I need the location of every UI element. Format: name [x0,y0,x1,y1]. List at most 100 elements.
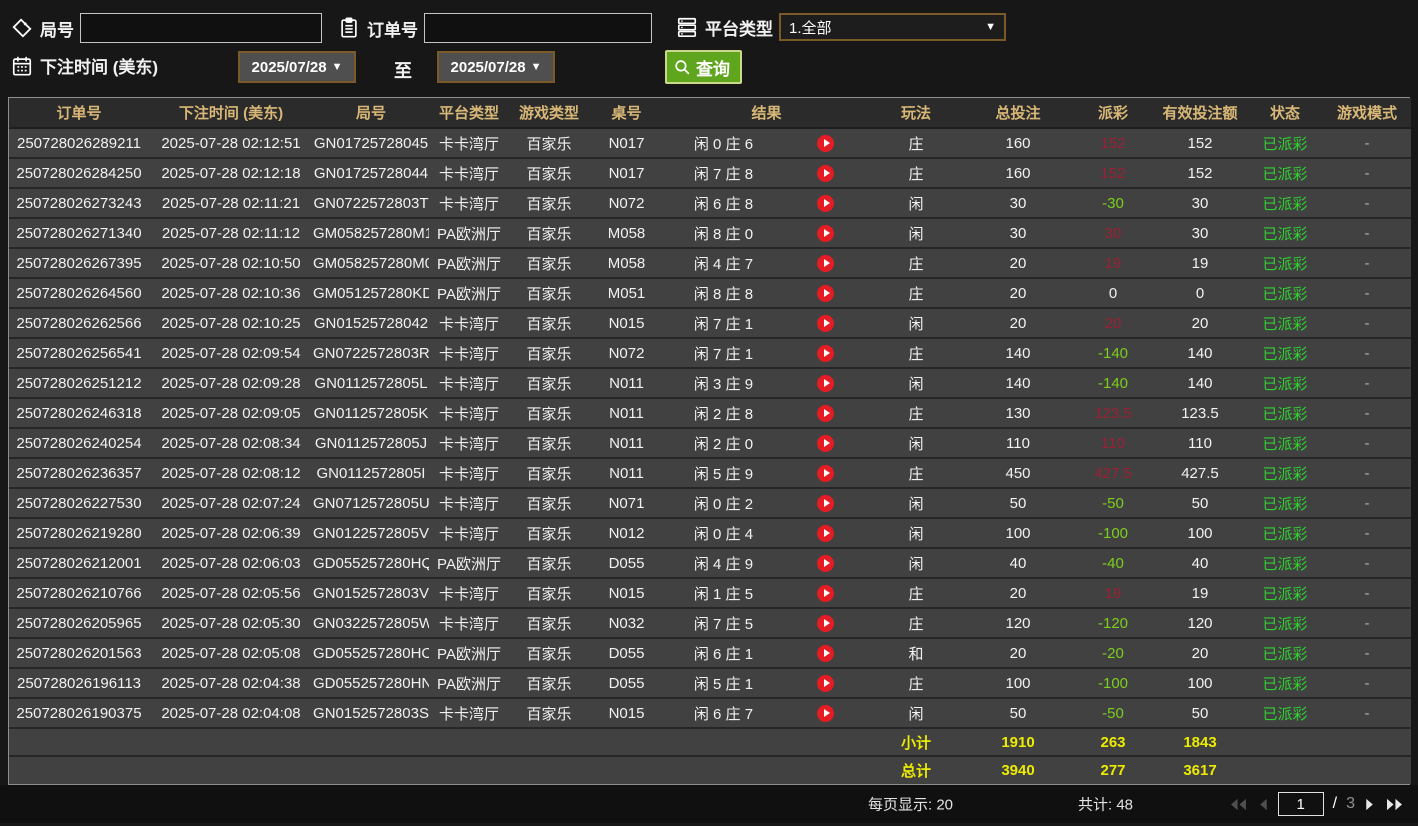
video-play-icon[interactable] [817,554,835,572]
cell-result: 闲 1 庄 5 [664,578,869,609]
grand-total-row-empty-cell [429,756,509,784]
cell-platform: 卡卡湾厅 [429,458,509,489]
cell-table_no: D055 [589,548,664,579]
cell-status: 已派彩 [1247,248,1323,279]
cell-status: 已派彩 [1247,668,1323,699]
calendar-icon [10,54,34,78]
cell-valid_bet: 120 [1153,608,1247,639]
cell-game_type: 百家乐 [509,128,589,159]
cell-payout: -120 [1073,608,1153,639]
video-play-icon[interactable] [817,434,835,452]
cell-bet_time: 2025-07-28 02:11:21 [149,188,313,219]
order-no-input[interactable] [424,13,652,43]
video-play-icon[interactable] [817,704,835,722]
total-pages-label: 3 [1346,795,1355,812]
cell-valid_bet: 110 [1153,428,1247,459]
cell-payout: -100 [1073,668,1153,699]
cell-play: 庄 [869,278,963,309]
cell-order_no: 250728026205965 [9,608,149,639]
cell-total_bet: 20 [963,578,1073,609]
video-play-icon[interactable] [817,194,835,212]
table-row: 250728026267395 2025-07-28 02:10:50 GM0582… [9,248,1411,279]
cell-table_no: N032 [589,608,664,639]
game-no-input[interactable] [80,13,322,43]
cell-platform: 卡卡湾厅 [429,128,509,159]
subtotal-row-empty-cell [1247,728,1323,757]
video-play-icon[interactable] [817,164,835,182]
cell-game_no: GN0152572803S [313,698,429,729]
cell-table_no: N072 [589,338,664,369]
video-play-icon[interactable] [817,374,835,392]
video-play-icon[interactable] [817,134,835,152]
clipboard-icon [337,16,361,40]
result-text: 闲 7 庄 1 [693,315,754,333]
video-play-icon[interactable] [817,584,835,602]
video-play-icon[interactable] [817,494,835,512]
cell-platform: PA欧洲厅 [429,638,509,669]
video-play-icon[interactable] [817,404,835,422]
cell-mode: - [1323,188,1411,219]
cell-total_bet: 20 [963,638,1073,669]
table-row: 250728026264560 2025-07-28 02:10:36 GM0512… [9,278,1411,309]
double-arrow-left-icon [1230,798,1246,810]
video-play-icon[interactable] [817,224,835,242]
grand-total-row-valid_bet: 3617 [1153,756,1247,784]
cell-total_bet: 100 [963,518,1073,549]
date-from-picker[interactable]: 2025/07/28 ▼ [238,51,356,83]
video-play-icon[interactable] [817,524,835,542]
cell-result: 闲 7 庄 1 [664,308,869,339]
column-header-order_no: 订单号 [9,98,149,129]
cell-play: 闲 [869,428,963,459]
subtotal-row-empty-cell [9,728,149,757]
date-to-picker[interactable]: 2025/07/28 ▼ [437,51,555,83]
first-page-button[interactable] [1229,797,1248,812]
page-number-input[interactable]: 1 [1277,792,1324,816]
table-row: 250728026262566 2025-07-28 02:10:25 GN0152… [9,308,1411,339]
cell-game_no: GM058257280M1 [313,218,429,249]
video-play-icon[interactable] [817,284,835,302]
cell-play: 庄 [869,128,963,159]
video-play-icon[interactable] [817,254,835,272]
cell-game_no: GN0112572805J [313,428,429,459]
per-page-label: 每页显示: [868,796,933,814]
cell-platform: 卡卡湾厅 [429,608,509,639]
cell-mode: - [1323,458,1411,489]
video-play-icon[interactable] [817,464,835,482]
next-page-button[interactable] [1364,797,1376,812]
table-row: 250728026251212 2025-07-28 02:09:28 GN0112… [9,368,1411,399]
cell-order_no: 250728026289211 [9,128,149,159]
platform-label: 平台类型 [705,19,773,39]
video-play-icon[interactable] [817,644,835,662]
cell-play: 闲 [869,188,963,219]
cell-game_no: GN01525728042 [313,308,429,339]
result-text: 闲 4 庄 7 [693,255,754,273]
cell-valid_bet: 427.5 [1153,458,1247,489]
video-play-icon[interactable] [817,344,835,362]
cell-total_bet: 100 [963,668,1073,699]
cell-game_type: 百家乐 [509,428,589,459]
cell-payout: 152 [1073,128,1153,159]
video-play-icon[interactable] [817,614,835,632]
result-text: 闲 0 庄 4 [693,525,754,543]
cell-bet_time: 2025-07-28 02:05:56 [149,578,313,609]
cell-mode: - [1323,338,1411,369]
video-play-icon[interactable] [817,314,835,332]
video-play-icon[interactable] [817,674,835,692]
cell-game_type: 百家乐 [509,368,589,399]
chevron-down-icon: ▼ [331,61,343,73]
platform-selected-value: 1.全部 [789,19,832,37]
cell-payout: -40 [1073,548,1153,579]
cell-game_type: 百家乐 [509,308,589,339]
total-count-label: 共计: [1078,796,1113,814]
prev-page-button[interactable] [1257,797,1269,812]
cell-game_no: GN0112572805K [313,398,429,429]
cell-play: 闲 [869,698,963,729]
date-range-to-label: 至 [394,61,412,81]
cell-bet_time: 2025-07-28 02:07:24 [149,488,313,519]
tag-icon [10,16,34,40]
cell-bet_time: 2025-07-28 02:04:08 [149,698,313,729]
cell-game_type: 百家乐 [509,458,589,489]
platform-select[interactable]: 1.全部 ▼ [779,13,1006,41]
search-button[interactable]: 查询 [665,50,742,84]
last-page-button[interactable] [1385,797,1404,812]
